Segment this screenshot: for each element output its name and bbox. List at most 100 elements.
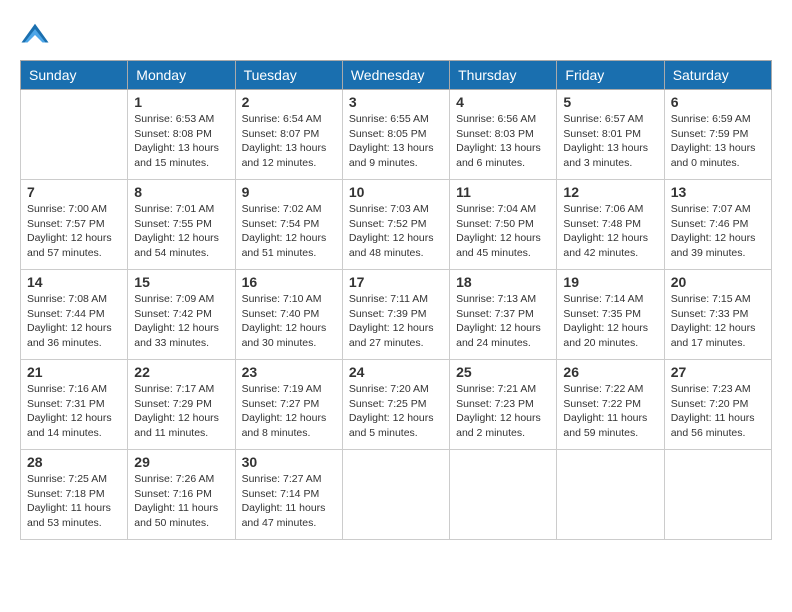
day-info: Sunrise: 7:25 AM Sunset: 7:18 PM Dayligh… — [27, 472, 121, 531]
calendar-day-cell: 2Sunrise: 6:54 AM Sunset: 8:07 PM Daylig… — [235, 90, 342, 180]
day-info: Sunrise: 7:06 AM Sunset: 7:48 PM Dayligh… — [563, 202, 657, 261]
calendar-day-cell: 21 Sunrise: 7:16 AM Sunset: 7:31 PM Dayli… — [21, 360, 128, 450]
day-info: Sunrise: 7:26 AM Sunset: 7:16 PM Dayligh… — [134, 472, 228, 531]
calendar-week-row: 28 Sunrise: 7:25 AM Sunset: 7:18 PM Dayli… — [21, 450, 772, 540]
calendar-day-cell: 27 Sunrise: 7:23 AM Sunset: 7:20 PM Dayli… — [664, 360, 771, 450]
day-info: Sunrise: 7:08 AM Sunset: 7:44 PM Dayligh… — [27, 292, 121, 351]
day-info: Sunrise: 6:55 AM Sunset: 8:05 PM Dayligh… — [349, 112, 443, 171]
day-number: 16 — [242, 274, 336, 290]
calendar-day-cell: 4 Sunrise: 6:56 AM Sunset: 8:03 PM Daylig… — [450, 90, 557, 180]
calendar-day-cell — [450, 450, 557, 540]
calendar-day-cell: 3 Sunrise: 6:55 AM Sunset: 8:05 PM Daylig… — [342, 90, 449, 180]
day-number: 5 — [563, 94, 657, 110]
calendar-day-cell: 16 Sunrise: 7:10 AM Sunset: 7:40 PM Dayli… — [235, 270, 342, 360]
calendar-day-header: Friday — [557, 61, 664, 90]
day-info: Sunrise: 7:15 AM Sunset: 7:33 PM Dayligh… — [671, 292, 765, 351]
calendar-day-cell: 29 Sunrise: 7:26 AM Sunset: 7:16 PM Dayli… — [128, 450, 235, 540]
day-number: 9 — [242, 184, 336, 200]
calendar-day-header: Saturday — [664, 61, 771, 90]
day-info: Sunrise: 7:00 AM Sunset: 7:57 PM Dayligh… — [27, 202, 121, 261]
day-number: 6 — [671, 94, 765, 110]
day-number: 23 — [242, 364, 336, 380]
day-number: 21 — [27, 364, 121, 380]
calendar-week-row: 21 Sunrise: 7:16 AM Sunset: 7:31 PM Dayli… — [21, 360, 772, 450]
day-number: 11 — [456, 184, 550, 200]
calendar-day-cell: 20 Sunrise: 7:15 AM Sunset: 7:33 PM Dayli… — [664, 270, 771, 360]
day-number: 4 — [456, 94, 550, 110]
day-number: 19 — [563, 274, 657, 290]
day-number: 12 — [563, 184, 657, 200]
day-info: Sunrise: 7:21 AM Sunset: 7:23 PM Dayligh… — [456, 382, 550, 441]
day-number: 22 — [134, 364, 228, 380]
calendar-day-cell: 10 Sunrise: 7:03 AM Sunset: 7:52 PM Dayli… — [342, 180, 449, 270]
calendar-day-cell: 19 Sunrise: 7:14 AM Sunset: 7:35 PM Dayli… — [557, 270, 664, 360]
calendar-day-cell: 24 Sunrise: 7:20 AM Sunset: 7:25 PM Dayli… — [342, 360, 449, 450]
calendar-day-cell: 11 Sunrise: 7:04 AM Sunset: 7:50 PM Dayli… — [450, 180, 557, 270]
calendar-day-cell: 8Sunrise: 7:01 AM Sunset: 7:55 PM Daylig… — [128, 180, 235, 270]
day-info: Sunrise: 7:17 AM Sunset: 7:29 PM Dayligh… — [134, 382, 228, 441]
calendar-day-cell: 30 Sunrise: 7:27 AM Sunset: 7:14 PM Dayli… — [235, 450, 342, 540]
day-number: 13 — [671, 184, 765, 200]
day-info: Sunrise: 7:19 AM Sunset: 7:27 PM Dayligh… — [242, 382, 336, 441]
calendar-week-row: 7 Sunrise: 7:00 AM Sunset: 7:57 PM Daylig… — [21, 180, 772, 270]
calendar-day-cell: 23 Sunrise: 7:19 AM Sunset: 7:27 PM Dayli… — [235, 360, 342, 450]
day-info: Sunrise: 7:22 AM Sunset: 7:22 PM Dayligh… — [563, 382, 657, 441]
day-info: Sunrise: 7:07 AM Sunset: 7:46 PM Dayligh… — [671, 202, 765, 261]
day-info: Sunrise: 7:27 AM Sunset: 7:14 PM Dayligh… — [242, 472, 336, 531]
day-info: Sunrise: 7:20 AM Sunset: 7:25 PM Dayligh… — [349, 382, 443, 441]
calendar-table: SundayMondayTuesdayWednesdayThursdayFrid… — [20, 60, 772, 540]
day-info: Sunrise: 7:03 AM Sunset: 7:52 PM Dayligh… — [349, 202, 443, 261]
calendar-day-cell: 18 Sunrise: 7:13 AM Sunset: 7:37 PM Dayli… — [450, 270, 557, 360]
day-number: 28 — [27, 454, 121, 470]
calendar-day-header: Wednesday — [342, 61, 449, 90]
day-info: Sunrise: 7:04 AM Sunset: 7:50 PM Dayligh… — [456, 202, 550, 261]
calendar-day-cell: 28 Sunrise: 7:25 AM Sunset: 7:18 PM Dayli… — [21, 450, 128, 540]
day-number: 27 — [671, 364, 765, 380]
calendar-day-cell: 5 Sunrise: 6:57 AM Sunset: 8:01 PM Daylig… — [557, 90, 664, 180]
day-info: Sunrise: 6:53 AM Sunset: 8:08 PM Dayligh… — [134, 112, 228, 171]
calendar-day-cell: 26 Sunrise: 7:22 AM Sunset: 7:22 PM Dayli… — [557, 360, 664, 450]
day-number: 14 — [27, 274, 121, 290]
calendar-day-cell: 7 Sunrise: 7:00 AM Sunset: 7:57 PM Daylig… — [21, 180, 128, 270]
day-number: 15 — [134, 274, 228, 290]
day-info: Sunrise: 6:56 AM Sunset: 8:03 PM Dayligh… — [456, 112, 550, 171]
calendar-day-cell: 17 Sunrise: 7:11 AM Sunset: 7:39 PM Dayli… — [342, 270, 449, 360]
calendar-day-header: Thursday — [450, 61, 557, 90]
day-number: 17 — [349, 274, 443, 290]
day-info: Sunrise: 7:11 AM Sunset: 7:39 PM Dayligh… — [349, 292, 443, 351]
calendar-day-header: Sunday — [21, 61, 128, 90]
calendar-day-cell: 22 Sunrise: 7:17 AM Sunset: 7:29 PM Dayli… — [128, 360, 235, 450]
day-number: 30 — [242, 454, 336, 470]
day-number: 3 — [349, 94, 443, 110]
calendar-day-header: Monday — [128, 61, 235, 90]
day-number: 18 — [456, 274, 550, 290]
logo — [20, 20, 54, 50]
calendar-day-cell: 15Sunrise: 7:09 AM Sunset: 7:42 PM Dayli… — [128, 270, 235, 360]
calendar-day-cell — [664, 450, 771, 540]
logo-icon — [20, 20, 50, 50]
day-info: Sunrise: 7:14 AM Sunset: 7:35 PM Dayligh… — [563, 292, 657, 351]
day-info: Sunrise: 7:13 AM Sunset: 7:37 PM Dayligh… — [456, 292, 550, 351]
day-info: Sunrise: 6:57 AM Sunset: 8:01 PM Dayligh… — [563, 112, 657, 171]
calendar-week-row: 1 Sunrise: 6:53 AM Sunset: 8:08 PM Daylig… — [21, 90, 772, 180]
day-number: 24 — [349, 364, 443, 380]
calendar-day-cell — [557, 450, 664, 540]
day-info: Sunrise: 7:16 AM Sunset: 7:31 PM Dayligh… — [27, 382, 121, 441]
day-info: Sunrise: 7:02 AM Sunset: 7:54 PM Dayligh… — [242, 202, 336, 261]
day-number: 26 — [563, 364, 657, 380]
day-info: Sunrise: 7:23 AM Sunset: 7:20 PM Dayligh… — [671, 382, 765, 441]
calendar-header-row: SundayMondayTuesdayWednesdayThursdayFrid… — [21, 61, 772, 90]
calendar-day-cell — [342, 450, 449, 540]
calendar-day-cell: 6Sunrise: 6:59 AM Sunset: 7:59 PM Daylig… — [664, 90, 771, 180]
calendar-day-cell: 25Sunrise: 7:21 AM Sunset: 7:23 PM Dayli… — [450, 360, 557, 450]
day-number: 29 — [134, 454, 228, 470]
day-number: 10 — [349, 184, 443, 200]
calendar-day-cell: 14 Sunrise: 7:08 AM Sunset: 7:44 PM Dayli… — [21, 270, 128, 360]
day-info: Sunrise: 6:54 AM Sunset: 8:07 PM Dayligh… — [242, 112, 336, 171]
day-number: 1 — [134, 94, 228, 110]
day-number: 7 — [27, 184, 121, 200]
calendar-day-header: Tuesday — [235, 61, 342, 90]
day-info: Sunrise: 7:10 AM Sunset: 7:40 PM Dayligh… — [242, 292, 336, 351]
day-number: 20 — [671, 274, 765, 290]
calendar-week-row: 14 Sunrise: 7:08 AM Sunset: 7:44 PM Dayli… — [21, 270, 772, 360]
